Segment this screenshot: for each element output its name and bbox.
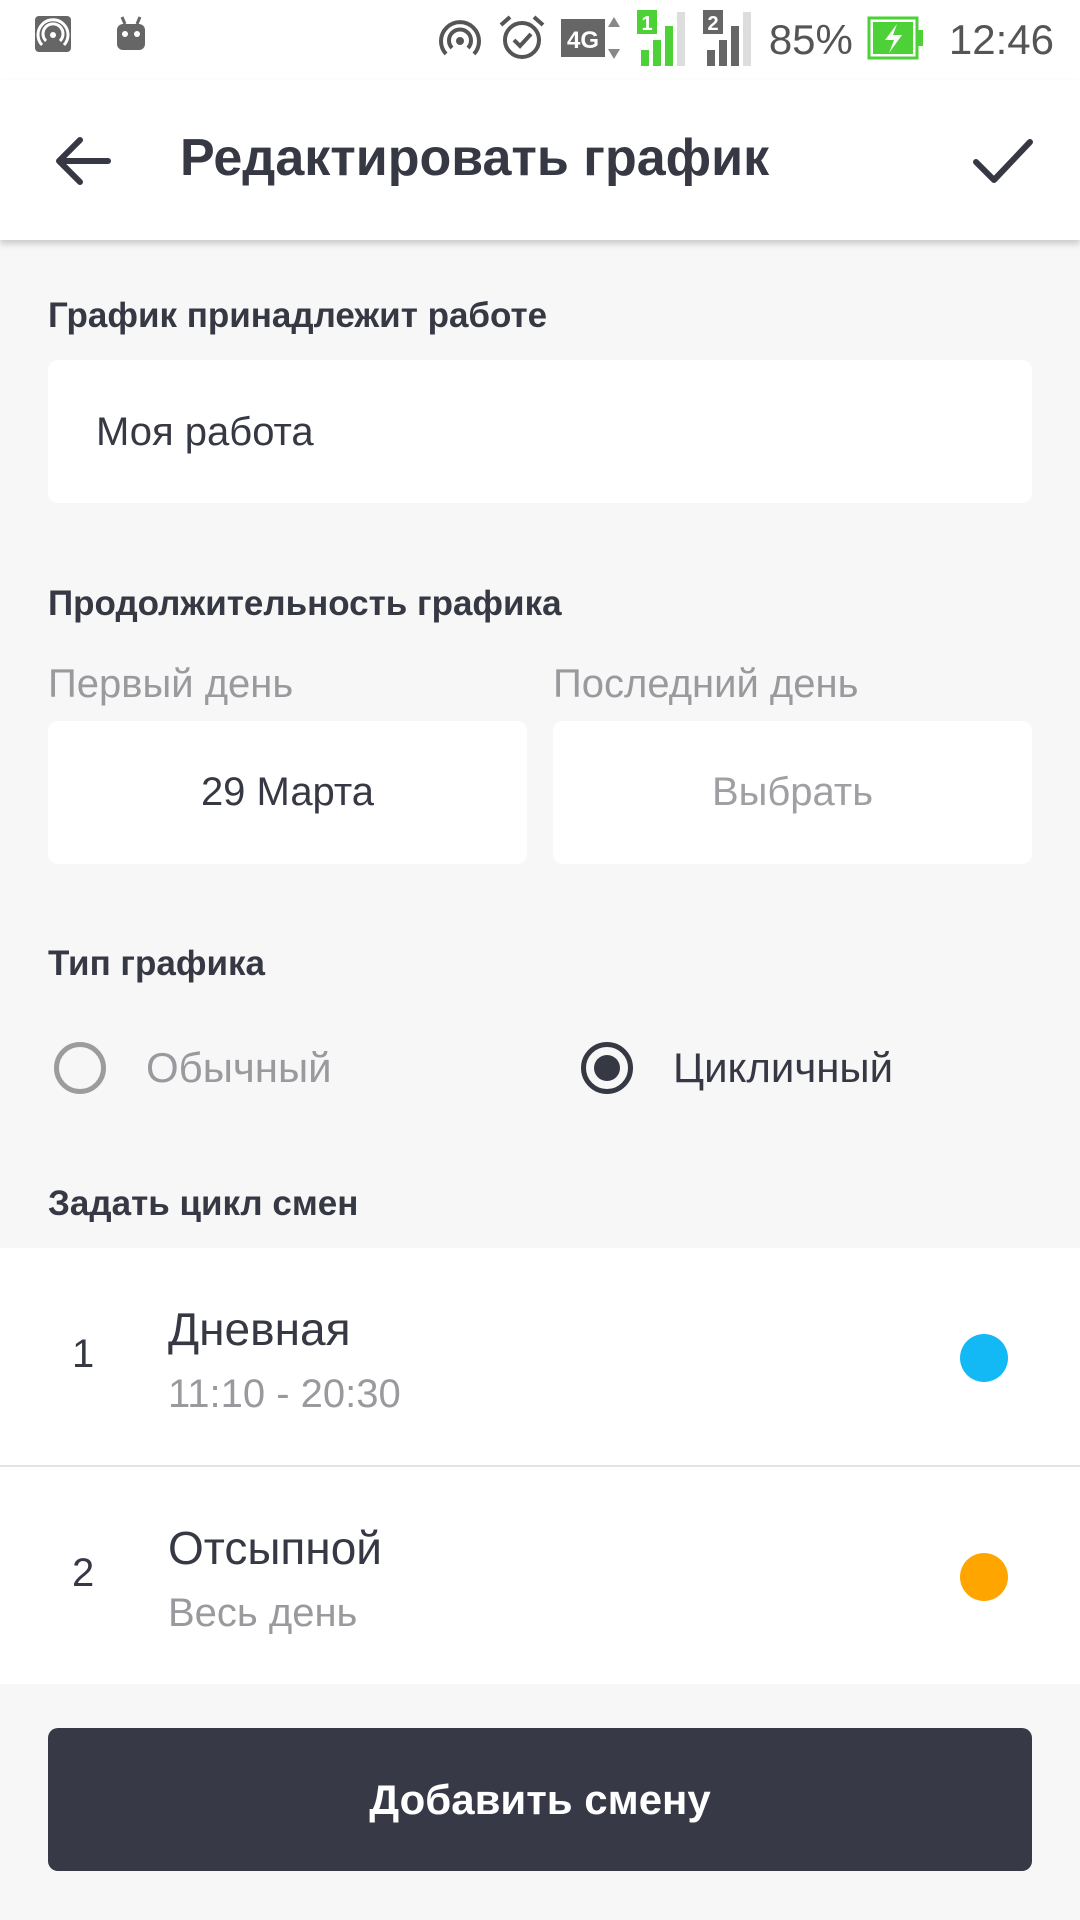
confirm-button[interactable]: [962, 126, 1042, 196]
radio-checked-icon: [581, 1042, 633, 1094]
sim1-text: 1: [641, 13, 652, 35]
shift-item-1[interactable]: 1 Дневная 11:10 - 20:30: [0, 1248, 1080, 1465]
last-day-picker[interactable]: Выбрать: [553, 721, 1032, 864]
network-type-text: 4G: [567, 27, 599, 54]
shift-list: 1 Дневная 11:10 - 20:30 2 Отсыпной Весь …: [0, 1248, 1080, 1684]
add-shift-button[interactable]: Добавить смену: [48, 1728, 1032, 1871]
shift-item-2[interactable]: 2 Отсыпной Весь день: [0, 1465, 1080, 1684]
clock: 12:46: [948, 16, 1054, 63]
first-day-label: Первый день: [48, 662, 294, 706]
page-title: Редактировать график: [180, 129, 770, 187]
arrow-left-icon: [56, 137, 111, 185]
radio-regular[interactable]: Обычный: [54, 1042, 332, 1094]
app-bar: Редактировать график: [0, 80, 1080, 240]
duration-section-label: Продолжительность графика: [48, 584, 562, 623]
4g-icon: 4G: [560, 13, 623, 68]
back-button[interactable]: [46, 126, 126, 196]
sim2-text: 2: [707, 13, 718, 35]
shift-number: 2: [72, 1551, 95, 1595]
signal-sim2-icon: 2: [702, 9, 755, 71]
wifi-icon: [437, 15, 483, 66]
shift-color-dot: [960, 1553, 1008, 1601]
job-value: Моя работа: [96, 410, 314, 454]
shift-number: 1: [72, 1332, 95, 1376]
job-section-label: График принадлежит работе: [48, 296, 548, 335]
first-day-picker[interactable]: 29 Марта: [48, 721, 527, 864]
add-shift-label: Добавить смену: [369, 1775, 711, 1823]
last-day-label: Последний день: [553, 662, 859, 706]
shift-name: Дневная: [168, 1303, 351, 1355]
status-bar: 4G 1 2 85% 12:46: [0, 0, 1080, 80]
radio-cyclic[interactable]: Цикличный: [581, 1042, 893, 1094]
android-icon: [112, 14, 150, 59]
schedule-type-label: Тип графика: [48, 944, 265, 983]
radio-cyclic-label: Цикличный: [673, 1044, 894, 1091]
cycle-section-label: Задать цикл смен: [48, 1184, 359, 1223]
shift-time: Весь день: [168, 1591, 358, 1635]
shift-color-dot: [960, 1334, 1008, 1382]
battery-percent: 85%: [768, 16, 853, 63]
job-select-field[interactable]: Моя работа: [48, 360, 1032, 503]
shift-name: Отсыпной: [168, 1522, 382, 1574]
hotspot-icon: [34, 15, 72, 58]
status-bar-left: [34, 14, 150, 59]
alarm-icon: [497, 13, 547, 68]
battery-charging-icon: [867, 16, 925, 65]
radio-unchecked-icon: [54, 1042, 106, 1094]
signal-sim1-icon: 1: [636, 9, 689, 71]
shift-time: 11:10 - 20:30: [168, 1372, 401, 1416]
first-day-value: 29 Марта: [200, 770, 375, 814]
radio-regular-label: Обычный: [146, 1044, 332, 1091]
status-bar-right: 4G 1 2 85% 12:46: [437, 9, 1054, 71]
check-icon: [973, 139, 1033, 183]
last-day-placeholder: Выбрать: [711, 770, 874, 814]
